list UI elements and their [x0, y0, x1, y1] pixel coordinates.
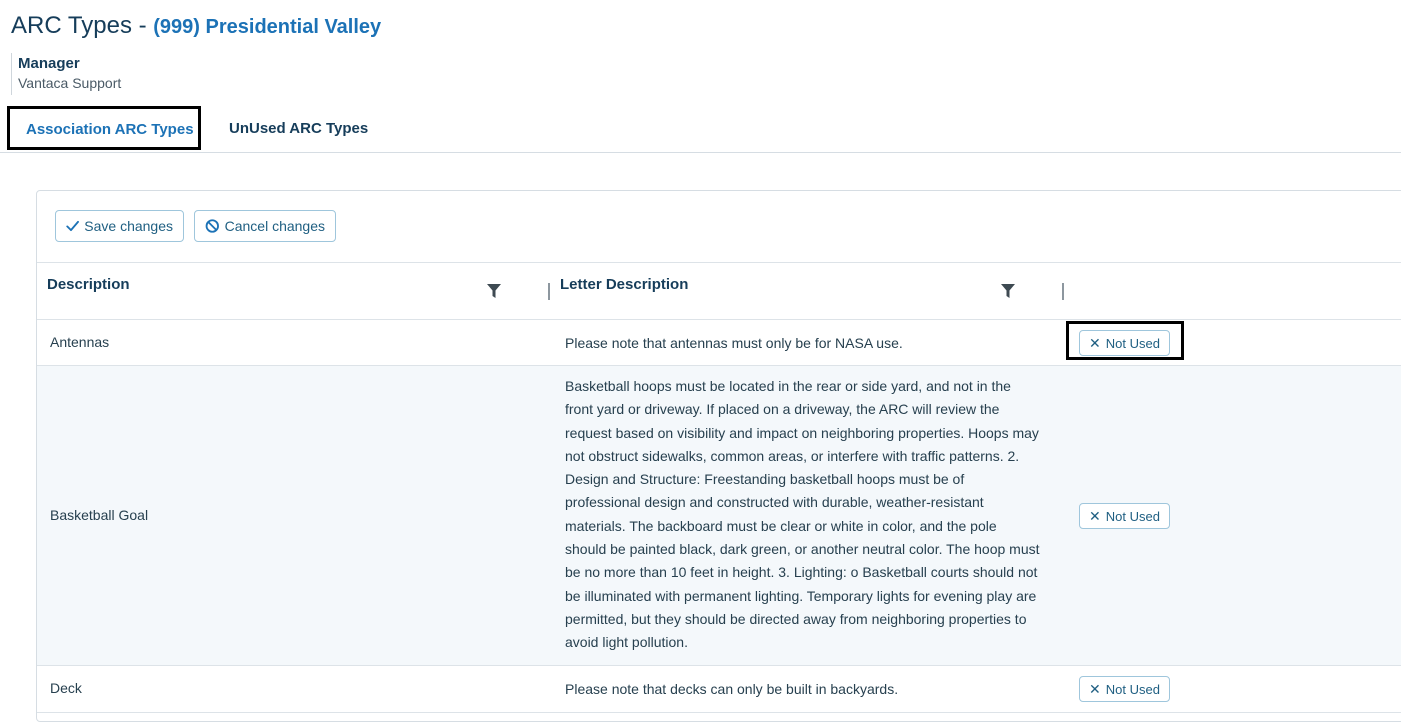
save-changes-button[interactable]: Save changes — [55, 210, 184, 242]
checkmark-icon — [66, 220, 79, 232]
table-row: Antennas Please note that antennas must … — [37, 320, 1401, 366]
not-used-label: Not Used — [1105, 681, 1160, 697]
manager-block: Manager Vantaca Support — [11, 53, 121, 95]
cell-description: Antennas — [50, 334, 110, 350]
manager-value: Vantaca Support — [18, 75, 122, 91]
column-resize-handle[interactable] — [548, 283, 550, 300]
not-used-button[interactable]: ✕ Not Used — [1079, 676, 1170, 702]
association-name: (999) Presidential Valley — [153, 16, 382, 38]
table-row: Basketball Goal Basketball hoops must be… — [37, 366, 1401, 666]
filter-icon[interactable] — [1001, 284, 1015, 298]
page-title: ARC Types - (999) Presidential Valley — [11, 12, 381, 40]
not-used-button[interactable]: ✕ Not Used — [1079, 503, 1170, 529]
cell-letter-description: Please note that decks can only be built… — [565, 681, 899, 697]
cancel-icon — [205, 219, 219, 233]
close-icon: ✕ — [1089, 507, 1101, 524]
cell-description: Deck — [50, 680, 82, 696]
grid-header: Description Letter Description — [37, 263, 1401, 320]
grid-toolbar: Save changes Cancel changes — [37, 191, 1401, 263]
cancel-changes-button[interactable]: Cancel changes — [194, 210, 336, 242]
filter-icon[interactable] — [487, 284, 501, 298]
arc-types-grid-card: Save changes Cancel changes Description … — [36, 190, 1401, 722]
tab-bar: Association ARC Types UnUsed ARC Types — [0, 105, 1401, 153]
not-used-label: Not Used — [1105, 335, 1160, 351]
cell-letter-description: Basketball hoops must be located in the … — [565, 378, 1040, 651]
tab-unused-arc-types[interactable]: UnUsed ARC Types — [229, 120, 368, 137]
tab-association-arc-types[interactable]: Association ARC Types — [7, 106, 201, 150]
column-header-letter-description[interactable]: Letter Description — [560, 276, 688, 293]
close-icon: ✕ — [1089, 680, 1101, 697]
page-title-text: ARC Types - — [11, 12, 154, 39]
close-icon: ✕ — [1089, 334, 1101, 351]
column-resize-handle[interactable] — [1062, 283, 1064, 300]
cell-letter-description: Please note that antennas must only be f… — [565, 335, 903, 351]
table-row: Deck Please note that decks can only be … — [37, 666, 1401, 713]
cancel-changes-label: Cancel changes — [224, 218, 325, 234]
manager-label: Manager — [18, 55, 80, 72]
cell-description: Basketball Goal — [50, 507, 149, 523]
save-changes-label: Save changes — [84, 218, 173, 234]
not-used-label: Not Used — [1105, 508, 1160, 524]
not-used-button[interactable]: ✕ Not Used — [1079, 330, 1170, 356]
column-header-description[interactable]: Description — [47, 276, 130, 293]
